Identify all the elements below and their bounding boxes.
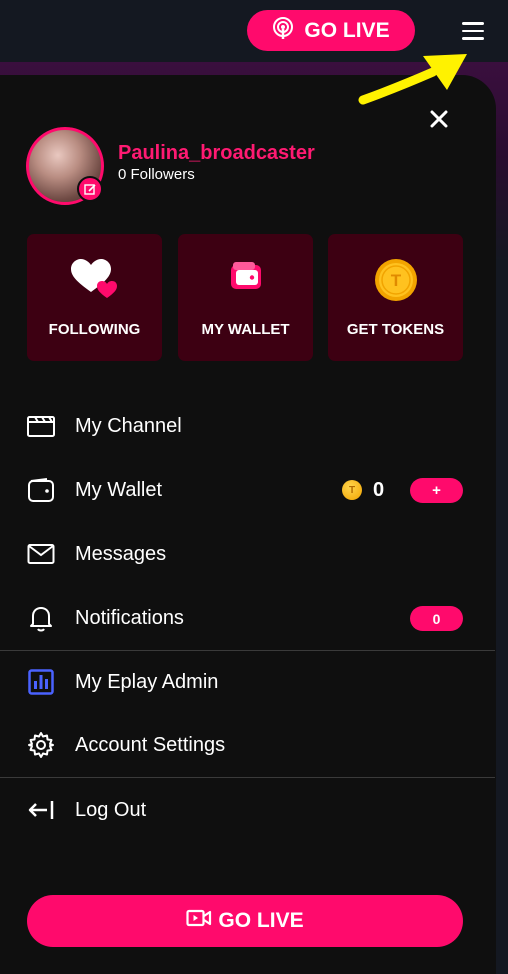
video-camera-icon (186, 908, 212, 934)
profile-followers: 0 Followers (118, 166, 195, 183)
menu-label: Log Out (75, 798, 147, 821)
gear-icon (26, 730, 56, 760)
tile-following[interactable]: FOLLOWING (27, 234, 162, 361)
edit-avatar-icon[interactable] (77, 176, 103, 202)
logout-arrow-icon (26, 795, 56, 825)
hearts-icon (27, 258, 162, 302)
menu-label: Account Settings (75, 733, 226, 756)
go-live-button-bottom[interactable]: GO LIVE (27, 895, 463, 947)
tile-get-tokens[interactable]: T GET TOKENS (328, 234, 463, 361)
wallet-balance: 0 (373, 479, 385, 501)
annotation-arrow-icon (358, 54, 467, 105)
wallet-outline-icon (26, 475, 56, 505)
menu-label: My Channel (75, 414, 182, 437)
menu-label: Messages (75, 542, 167, 565)
svg-text:T: T (390, 271, 401, 290)
profile-username[interactable]: Paulina_broadcaster (118, 142, 315, 165)
menu-item-messages[interactable]: Messages (0, 532, 496, 576)
divider (0, 650, 495, 651)
divider (0, 777, 495, 778)
envelope-icon (26, 539, 56, 569)
coin-icon: T (342, 480, 362, 500)
go-live-label: GO LIVE (304, 18, 390, 42)
add-tokens-button[interactable]: + (410, 478, 463, 503)
close-icon[interactable] (427, 107, 451, 131)
tile-label: MY WALLET (201, 321, 290, 338)
broadcast-icon (272, 16, 294, 46)
side-drawer (0, 75, 496, 974)
tile-my-wallet[interactable]: MY WALLET (178, 234, 313, 361)
tile-label: GET TOKENS (346, 321, 445, 338)
clapperboard-icon (26, 411, 56, 441)
menu-label: Notifications (75, 606, 184, 629)
quick-action-tiles: FOLLOWING MY WALLET T GET TOKENS (27, 234, 463, 361)
menu-item-admin[interactable]: My Eplay Admin (0, 660, 496, 704)
go-live-label: GO LIVE (218, 909, 304, 932)
menu-item-account-settings[interactable]: Account Settings (0, 723, 496, 767)
menu-item-my-channel[interactable]: My Channel (0, 404, 496, 448)
bar-chart-icon (26, 667, 56, 697)
hamburger-menu-icon[interactable] (462, 22, 484, 40)
tile-label: FOLLOWING (48, 321, 141, 338)
wallet-icon (178, 258, 313, 302)
bell-icon (26, 603, 56, 633)
notifications-count-badge: 0 (410, 606, 463, 631)
token-coin-icon: T (328, 258, 463, 302)
menu-label: My Wallet (75, 478, 163, 501)
menu-label: My Eplay Admin (75, 670, 219, 693)
menu-item-log-out[interactable]: Log Out (0, 788, 496, 832)
